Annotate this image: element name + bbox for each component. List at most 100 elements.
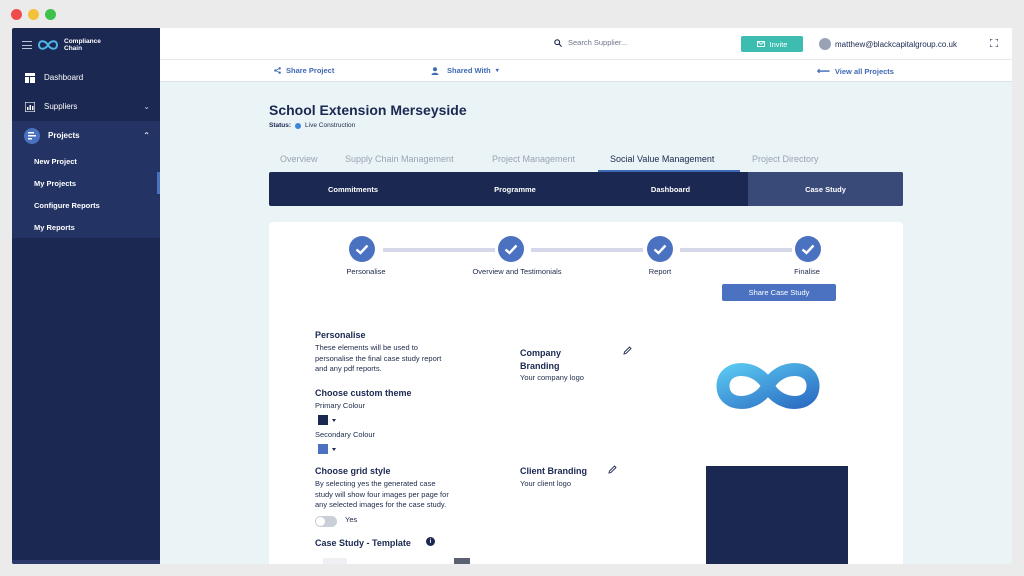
- sidebar-item-label: Projects: [48, 131, 80, 140]
- tab-supply-chain-management[interactable]: Supply Chain Management: [345, 154, 454, 164]
- personalise-line: These elements will be used to: [315, 343, 418, 352]
- secondary-colour-picker[interactable]: [318, 444, 336, 454]
- window-controls: [11, 9, 56, 20]
- info-icon[interactable]: i: [426, 537, 435, 546]
- secondary-colour-label: Secondary Colour: [315, 430, 376, 439]
- step-connector: [680, 248, 792, 252]
- projects-icon: [24, 127, 40, 144]
- sidebar-item-my-projects[interactable]: My Projects: [12, 172, 160, 194]
- tab-project-directory[interactable]: Project Directory: [752, 154, 819, 164]
- subtab-programme[interactable]: Programme: [437, 172, 593, 206]
- status-label: Status:: [269, 122, 292, 129]
- step-label-report: Report: [648, 267, 672, 276]
- user-email: matthew@blackcapitalgroup.co.uk: [835, 39, 957, 49]
- grid-style-toggle[interactable]: [315, 516, 337, 527]
- grid-line: study will show four images per page for: [315, 489, 449, 499]
- check-icon: [355, 244, 369, 255]
- step-overview-testimonials[interactable]: [498, 236, 524, 262]
- search-icon: [554, 38, 562, 47]
- step-personalise[interactable]: [349, 236, 375, 262]
- personalise-line: personalise the final case study report: [315, 353, 442, 363]
- company-branding-subtitle: Your company logo: [520, 373, 584, 382]
- chevron-down-icon: ⌄: [143, 102, 150, 111]
- company-branding-line: Company: [520, 348, 562, 358]
- step-label-finalise: Finalise: [794, 267, 820, 276]
- project-action-bar: Share Project Shared With ▾ ⟵ View all P…: [160, 60, 1012, 82]
- brand: Compliance Chain: [12, 28, 160, 62]
- company-branding-line: Branding: [520, 361, 560, 371]
- project-tabs: Overview Supply Chain Management Project…: [269, 152, 903, 172]
- step-label-overview: Overview and Testimonials: [472, 267, 562, 276]
- tab-social-value-management[interactable]: Social Value Management: [610, 154, 714, 164]
- secondary-swatch: [318, 444, 328, 454]
- sidebar-item-label: Suppliers: [44, 102, 78, 111]
- tab-overview[interactable]: Overview: [280, 154, 318, 164]
- dashboard-icon: [24, 72, 36, 84]
- step-label-personalise: Personalise: [346, 267, 386, 276]
- grid-line: any selected images for the case study.: [315, 500, 447, 509]
- view-all-label: View all Projects: [834, 67, 894, 76]
- sidebar-item-dashboard[interactable]: Dashboard: [12, 63, 160, 92]
- personalise-title: Personalise: [315, 330, 366, 340]
- grid-toggle-label: Yes: [345, 515, 358, 524]
- template-preview[interactable]: [323, 558, 347, 564]
- projects-submenu: New Project My Projects Configure Report…: [12, 150, 160, 238]
- close-window-button[interactable]: [11, 9, 22, 20]
- client-branding-title: Client Branding: [520, 466, 587, 476]
- step-connector: [531, 248, 643, 252]
- step-finalise[interactable]: [795, 236, 821, 262]
- check-icon: [653, 244, 667, 255]
- mail-icon: [756, 41, 765, 47]
- search-box[interactable]: Search Supplier...: [554, 38, 627, 47]
- status-value: Live Construction: [305, 122, 356, 129]
- caret-down-icon: ▾: [495, 68, 499, 74]
- bar-chart-icon: [24, 101, 36, 113]
- user-menu[interactable]: matthew@blackcapitalgroup.co.uk: [819, 38, 957, 50]
- edit-client-branding-icon[interactable]: [608, 465, 617, 474]
- step-report[interactable]: [647, 236, 673, 262]
- sidebar-item-new-project[interactable]: New Project: [12, 150, 160, 172]
- shared-with-dropdown[interactable]: Shared With ▾: [431, 66, 499, 75]
- fullscreen-icon[interactable]: [990, 39, 998, 47]
- subtab-commitments[interactable]: Commitments: [269, 172, 437, 206]
- invite-button[interactable]: Invite: [741, 36, 803, 52]
- caret-down-icon: [332, 418, 336, 422]
- grid-line: By selecting yes the generated case: [315, 479, 436, 488]
- personalise-line: and any pdf reports.: [315, 364, 382, 373]
- minimize-window-button[interactable]: [28, 9, 39, 20]
- grid-style-title: Choose grid style: [315, 466, 391, 476]
- check-icon: [504, 244, 518, 255]
- sidebar-item-suppliers[interactable]: Suppliers ⌄: [12, 92, 160, 121]
- invite-label: Invite: [769, 39, 788, 49]
- case-study-card: Personalise Overview and Testimonials Re…: [269, 222, 903, 564]
- primary-swatch: [318, 415, 328, 425]
- sidebar-item-projects[interactable]: Projects ⌃: [12, 121, 160, 150]
- sidebar-item-my-reports[interactable]: My Reports: [12, 216, 160, 238]
- client-logo: [706, 466, 848, 564]
- subtab-dashboard[interactable]: Dashboard: [593, 172, 748, 206]
- step-connector: [383, 248, 495, 252]
- share-icon: [274, 67, 281, 74]
- menu-icon[interactable]: [22, 41, 32, 49]
- brand-name-line1: Compliance: [64, 38, 101, 45]
- search-input[interactable]: Search Supplier...: [568, 38, 627, 47]
- avatar: [819, 38, 831, 50]
- share-project-link[interactable]: Share Project: [274, 66, 334, 75]
- shared-with-label: Shared With: [447, 66, 491, 75]
- subtab-case-study[interactable]: Case Study: [748, 172, 903, 206]
- edit-company-branding-icon[interactable]: [623, 346, 632, 355]
- tab-project-management[interactable]: Project Management: [492, 154, 575, 164]
- check-icon: [801, 244, 815, 255]
- sidebar-item-configure-reports[interactable]: Configure Reports: [12, 194, 160, 216]
- share-case-study-button[interactable]: Share Case Study: [722, 284, 836, 301]
- project-status: Status: Live Construction: [269, 122, 355, 129]
- app-window: Compliance Chain Dashboard Suppliers ⌄ P…: [12, 28, 1012, 564]
- maximize-window-button[interactable]: [45, 9, 56, 20]
- grid-style-description: By selecting yes the generated case stud…: [315, 479, 449, 511]
- view-all-projects-link[interactable]: ⟵ View all Projects: [817, 66, 894, 77]
- page-title: School Extension Merseyside: [269, 102, 467, 118]
- status-dot-icon: [295, 122, 302, 129]
- caret-down-icon: [332, 447, 336, 451]
- primary-colour-picker[interactable]: [318, 415, 336, 425]
- template-preview[interactable]: [454, 558, 470, 564]
